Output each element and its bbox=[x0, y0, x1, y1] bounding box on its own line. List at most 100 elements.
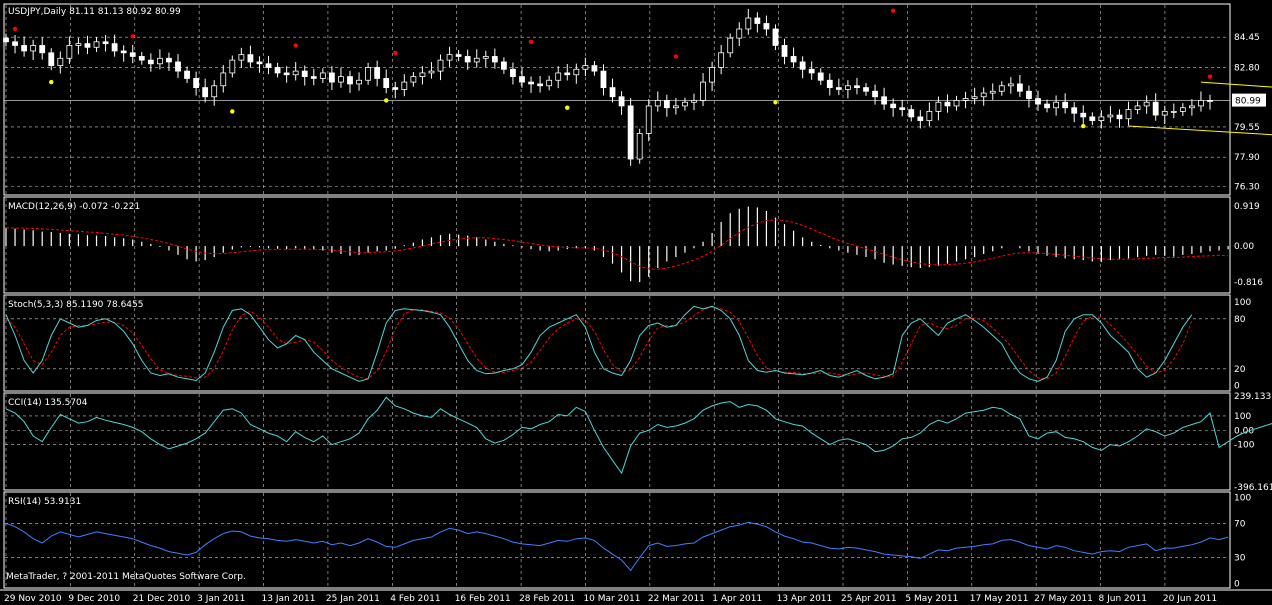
candle bbox=[682, 101, 688, 107]
candle bbox=[356, 79, 362, 85]
candle bbox=[500, 61, 507, 70]
candle bbox=[383, 78, 390, 88]
candle bbox=[935, 101, 942, 112]
candle bbox=[627, 105, 634, 160]
x-tick-label: 27 May 2011 bbox=[1034, 594, 1093, 604]
candle bbox=[166, 57, 172, 63]
candle bbox=[645, 105, 652, 134]
stoch-label: Stoch(5,3,3) 85.1190 78.6455 bbox=[8, 300, 143, 310]
fractal-up-marker bbox=[293, 43, 298, 48]
candle bbox=[546, 79, 553, 87]
candle bbox=[392, 87, 399, 90]
rsi-axis-label: 30 bbox=[1234, 554, 1246, 564]
cci-line bbox=[5, 396, 1272, 475]
candle bbox=[274, 67, 281, 74]
candle bbox=[817, 72, 824, 81]
fractal-up-marker bbox=[12, 26, 18, 32]
candle bbox=[854, 85, 860, 88]
x-tick-label: 25 Apr 2011 bbox=[841, 594, 897, 604]
candle bbox=[1044, 103, 1050, 109]
candle bbox=[636, 132, 643, 160]
candle bbox=[1098, 116, 1105, 121]
rsi-label: RSI(14) 53.9131 bbox=[8, 497, 81, 507]
candle bbox=[591, 65, 598, 72]
pane-border-1 bbox=[3, 196, 1231, 294]
candle bbox=[754, 17, 761, 24]
candle bbox=[564, 72, 571, 76]
x-tick-label: 9 Dec 2010 bbox=[68, 594, 120, 604]
candle bbox=[863, 87, 869, 92]
candle bbox=[184, 70, 190, 79]
rsi-axis-label: 70 bbox=[1234, 519, 1246, 529]
candle bbox=[799, 61, 806, 70]
candle bbox=[202, 87, 209, 98]
x-tick-label: 21 Dec 2010 bbox=[133, 594, 191, 604]
candle bbox=[826, 79, 833, 88]
candle bbox=[365, 67, 372, 81]
candle bbox=[962, 98, 969, 101]
price-axis-label: 76.30 bbox=[1234, 183, 1260, 193]
candle bbox=[48, 52, 55, 67]
cci-axis-label: 239.133 bbox=[1234, 392, 1271, 402]
rsi-line bbox=[5, 521, 1229, 572]
candle bbox=[129, 52, 136, 57]
macd-axis-label: -0.816 bbox=[1234, 278, 1263, 288]
candle bbox=[917, 116, 924, 121]
fractal-up-marker bbox=[528, 39, 534, 45]
candle bbox=[455, 54, 462, 57]
candle bbox=[39, 45, 46, 54]
price-axis-label: 79.55 bbox=[1234, 123, 1260, 133]
candle bbox=[437, 59, 444, 72]
candle bbox=[211, 85, 218, 98]
x-tick-label: 20 Jun 2011 bbox=[1163, 594, 1217, 604]
fractal-up-marker bbox=[890, 8, 896, 13]
candle bbox=[84, 43, 91, 48]
candle bbox=[1170, 111, 1177, 113]
candle bbox=[220, 72, 227, 87]
candle bbox=[138, 56, 145, 61]
cci-label: CCI(14) 135.5704 bbox=[8, 398, 88, 408]
candle bbox=[944, 101, 951, 107]
fractal-down-marker bbox=[49, 79, 54, 85]
x-tick-label: 13 Jan 2011 bbox=[262, 594, 316, 604]
candle bbox=[691, 100, 697, 103]
candle bbox=[1116, 114, 1123, 120]
candle bbox=[989, 90, 996, 94]
candle bbox=[1198, 100, 1204, 107]
candle bbox=[654, 100, 661, 107]
candle bbox=[709, 67, 716, 83]
fractal-up-marker bbox=[673, 54, 679, 59]
candle bbox=[111, 43, 118, 52]
stoch-axis-label: 0 bbox=[1234, 382, 1240, 392]
candle bbox=[401, 81, 408, 90]
candle bbox=[310, 76, 317, 79]
candle bbox=[265, 63, 272, 68]
copyright-text: MetaTrader, ? 2001-2011 MetaQuotes Softw… bbox=[6, 572, 246, 582]
candle bbox=[1143, 101, 1150, 107]
candle bbox=[482, 56, 489, 59]
candle bbox=[618, 96, 625, 107]
cci-axis-label: -396.161 bbox=[1234, 483, 1272, 493]
chart-canvas[interactable]: 29 Nov 2010 9 Dec 2010 21 Dec 2010 3 Jan 20… bbox=[0, 0, 1272, 605]
stoch-axis-label: 100 bbox=[1234, 298, 1251, 308]
fractal-down-marker bbox=[773, 100, 778, 105]
x-tick-label: 5 May 2011 bbox=[905, 594, 958, 604]
candle bbox=[446, 54, 453, 61]
candle bbox=[1107, 114, 1114, 118]
candle bbox=[555, 72, 562, 81]
candle bbox=[1071, 107, 1078, 114]
macd-axis-label: 0.00 bbox=[1234, 242, 1254, 252]
candle bbox=[926, 111, 933, 121]
candle bbox=[12, 41, 18, 46]
candle bbox=[21, 45, 28, 52]
x-tick-label: 3 Jan 2011 bbox=[197, 594, 245, 604]
candle bbox=[881, 96, 888, 105]
candle bbox=[1035, 98, 1041, 105]
macd-signal-line bbox=[5, 219, 1229, 270]
macd-axis-label: 0.919 bbox=[1234, 202, 1260, 212]
candle bbox=[428, 70, 435, 74]
stoch-axis-label: 20 bbox=[1234, 365, 1246, 375]
candle bbox=[464, 56, 471, 63]
stoch-axis-label: 80 bbox=[1234, 315, 1246, 325]
candle bbox=[519, 76, 525, 83]
